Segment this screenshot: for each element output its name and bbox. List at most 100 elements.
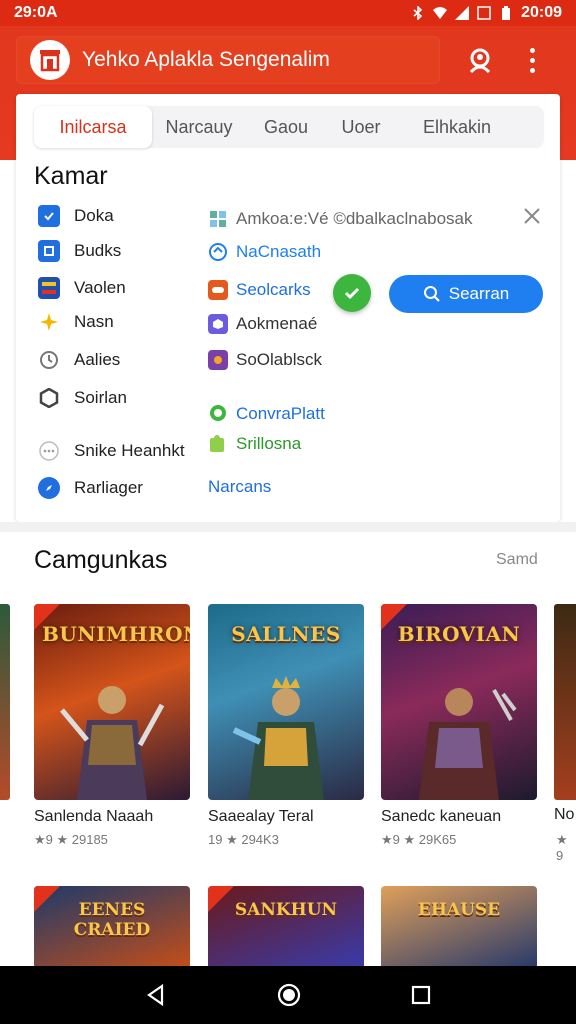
game-card[interactable]: BIROVIAN Sanedc kaneuan ★9 ★ 29K65 — [381, 604, 537, 848]
game-cover[interactable]: EENES CRAIED — [34, 886, 190, 966]
menu-item-doka[interactable]: Doka — [38, 202, 114, 230]
menu-label: Soirlan — [74, 388, 127, 407]
app-tile-icon — [208, 350, 228, 370]
section-divider — [0, 522, 576, 532]
cube-icon — [208, 314, 228, 334]
menu-label: Srillosna — [236, 434, 302, 453]
cover-title: SANKHUN — [234, 900, 338, 920]
menu-label: Aalies — [74, 350, 121, 369]
battery-icon — [502, 6, 511, 20]
menu-label: Doka — [74, 206, 114, 225]
more-dot-icon — [529, 47, 535, 53]
see-more-link[interactable]: Samd — [496, 551, 538, 569]
search-icon — [423, 286, 440, 302]
more-dot-icon — [529, 67, 535, 73]
signal-icon — [455, 6, 470, 20]
menu-item-seolcarks[interactable]: Seolcarks — [208, 277, 311, 303]
back-icon[interactable] — [144, 983, 168, 1007]
game-rating: 19 ★ 294K3 — [208, 832, 279, 847]
tab-elhkakin[interactable]: Elhkakin — [396, 106, 518, 148]
menu-label: Budks — [74, 241, 122, 260]
game-card[interactable]: BUNIMHRON Sanlenda Naaah ★9 ★ 29185 — [34, 604, 190, 848]
tab-narcauy[interactable]: Narcauy — [152, 106, 246, 148]
status-bar: 29:0A 20:09 — [0, 0, 576, 26]
app-title: Yehko Aplakla Sengenalim — [82, 48, 330, 71]
menu-item-vaolen[interactable]: Vaolen — [38, 274, 126, 302]
menu-item-aalies[interactable]: Aalies — [38, 346, 120, 374]
menu-item-snike-heanhkt[interactable]: Snike Heanhkt — [38, 437, 185, 465]
tab-gaou[interactable]: Gaou — [246, 106, 326, 148]
tab-bar: Inilcarsa Narcauy Gaou Uoer Elhkakin — [34, 106, 544, 148]
close-icon[interactable] — [522, 206, 542, 226]
tab-inilcarsa[interactable]: Inilcarsa — [34, 106, 152, 148]
menu-item-aokmenae[interactable]: Aokmenaé — [208, 311, 317, 337]
chat-icon — [208, 404, 228, 424]
account-button[interactable] — [462, 42, 498, 78]
bluetooth-icon — [413, 6, 423, 20]
game-rating: ★ 9 — [556, 832, 568, 863]
game-rating: ★9 ★ 29K65 — [381, 832, 457, 847]
category-card: Inilcarsa Narcauy Gaou Uoer Elhkakin Kam… — [16, 94, 560, 522]
game-name: Sanedc kaneuan — [381, 808, 502, 825]
menu-item-budks[interactable]: Budks — [38, 237, 121, 265]
tab-uoer[interactable]: Uoer — [326, 106, 396, 148]
game-cover: BIROVIAN — [381, 604, 537, 800]
app-bar: Yehko Aplakla Sengenalim — [16, 36, 440, 84]
menu-label: SoOlablsck — [236, 350, 322, 369]
game-rating: ★9 ★ 29185 — [34, 832, 108, 847]
menu-item-nacnasath[interactable]: NaCnasath — [208, 239, 321, 265]
cover-title: BIROVIAN — [397, 622, 521, 646]
game-card-partial[interactable] — [0, 604, 10, 800]
menu-label: Nasn — [74, 312, 114, 331]
menu-label: Snike Heanhkt — [74, 441, 185, 460]
game-name: Sanlenda Naaah — [34, 808, 154, 825]
search-button[interactable]: Searran — [389, 275, 543, 313]
warrior-figure — [419, 688, 517, 800]
menu-label: Vaolen — [74, 278, 126, 297]
menu-label: NaCnasath — [236, 242, 322, 261]
cover-title: EENES CRAIED — [73, 900, 151, 940]
game-card-partial[interactable] — [554, 604, 576, 800]
compass-icon — [38, 477, 60, 499]
cover-title: SALLNES — [231, 622, 341, 646]
recents-icon[interactable] — [410, 984, 432, 1006]
menu-item-narcans[interactable]: Narcans — [208, 474, 271, 500]
checkbox-icon — [38, 205, 60, 227]
book-icon — [38, 240, 60, 262]
menu-label: Aokmenaé — [236, 314, 318, 333]
menu-item-nasn[interactable]: Nasn — [38, 308, 114, 336]
status-time: 29:0A — [14, 4, 58, 21]
menu-item-soolablsck[interactable]: SoOlablsck — [208, 347, 322, 373]
menu-label: Amkoa:e:Vé ©dbalkaclnabosak — [236, 209, 473, 228]
game-name: Saaealay Teral — [208, 808, 314, 825]
menu-item-convraplatt[interactable]: ConvraPlatt — [208, 401, 325, 427]
more-dot-icon — [529, 57, 535, 63]
gamepad-icon — [208, 280, 228, 300]
warrior-figure — [232, 676, 324, 800]
game-cover: SALLNES — [208, 604, 364, 800]
menu-item-soirlan[interactable]: Soirlan — [38, 384, 127, 412]
app-logo[interactable] — [30, 40, 70, 80]
menu-label: Narcans — [208, 477, 272, 496]
temple-icon — [40, 50, 60, 72]
system-nav-bar — [0, 966, 576, 1024]
search-button-label: Searran — [448, 284, 510, 303]
flag-icon — [38, 277, 60, 299]
menu-item-srillosna[interactable]: Srillosna — [208, 431, 301, 457]
game-cover: BUNIMHRON — [34, 604, 190, 800]
more-options-button[interactable] — [520, 42, 544, 78]
grid-icon — [208, 209, 228, 229]
puzzle-icon — [208, 434, 228, 454]
clock-icon — [38, 349, 60, 371]
status-icons: 20:09 — [411, 4, 562, 22]
menu-item-amkoa[interactable]: Amkoa:e:Vé ©dbalkaclnabosak — [208, 206, 473, 232]
check-icon — [344, 287, 360, 300]
game-card[interactable]: SALLNES Saaealay Teral 19 ★ 294K3 — [208, 604, 364, 848]
cover-title: BUNIMHRON — [42, 622, 190, 646]
home-icon[interactable] — [276, 982, 302, 1008]
menu-item-rarliager[interactable]: Rarliager — [38, 474, 143, 502]
game-name: No — [554, 806, 575, 823]
account-icon — [469, 48, 491, 74]
game-cover[interactable]: EHAUSE — [381, 886, 537, 966]
game-cover[interactable]: SANKHUN — [208, 886, 364, 966]
